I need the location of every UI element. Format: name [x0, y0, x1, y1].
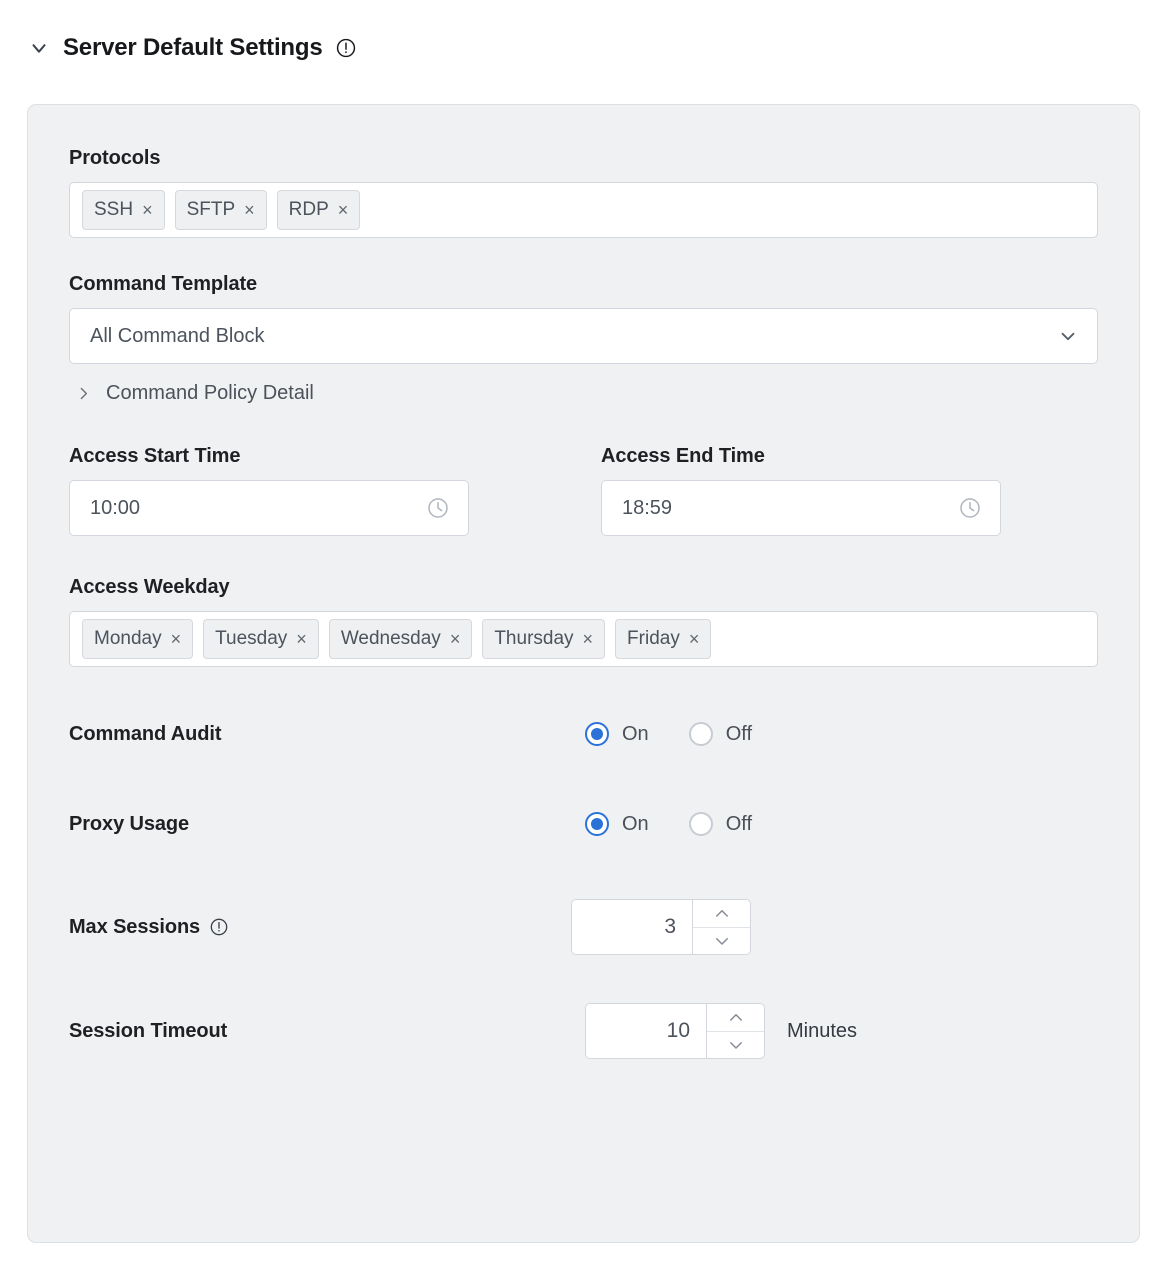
max-sessions-increment-button[interactable] — [693, 900, 750, 928]
tag-thursday[interactable]: Thursday × — [482, 619, 606, 659]
command-template-value: All Command Block — [90, 324, 265, 347]
exclamation-circle-icon[interactable] — [209, 917, 229, 937]
radio-selected-icon[interactable] — [585, 812, 609, 836]
tag-label: Wednesday — [340, 628, 441, 649]
access-end-time-input[interactable]: 18:59 — [601, 480, 1001, 536]
access-start-time-label: Access Start Time — [69, 445, 241, 467]
chevron-up-icon — [729, 1014, 742, 1021]
tag-label: SFTP — [186, 199, 236, 220]
access-end-time-label: Access End Time — [601, 445, 765, 467]
max-sessions-decrement-button[interactable] — [693, 928, 750, 955]
tag-label: SSH — [94, 199, 134, 220]
remove-tag-icon[interactable]: × — [296, 630, 307, 648]
chevron-down-icon — [715, 937, 728, 945]
proxy-usage-option-off[interactable]: Off — [688, 812, 752, 836]
session-timeout-increment-button[interactable] — [707, 1004, 764, 1032]
remove-tag-icon[interactable]: × — [689, 630, 700, 648]
access-weekday-label: Access Weekday — [69, 576, 230, 598]
tag-label: Thursday — [494, 628, 574, 649]
session-timeout-unit: Minutes — [787, 1019, 858, 1042]
remove-tag-icon[interactable]: × — [338, 201, 349, 219]
tag-label: Friday — [627, 628, 680, 649]
max-sessions-row: Max Sessions 3 — [69, 899, 1098, 955]
radio-label: On — [622, 812, 649, 835]
chevron-up-icon — [715, 910, 728, 917]
clock-icon[interactable] — [426, 496, 450, 520]
access-weekday-field: Access Weekday Monday × Tuesday × Wednes… — [69, 576, 1098, 667]
tag-wednesday[interactable]: Wednesday × — [328, 619, 473, 659]
command-audit-label: Command Audit — [69, 722, 222, 745]
command-template-select[interactable]: All Command Block — [69, 308, 1098, 364]
tag-friday[interactable]: Friday × — [615, 619, 712, 659]
radio-selected-icon[interactable] — [585, 722, 609, 746]
tag-tuesday[interactable]: Tuesday × — [203, 619, 319, 659]
exclamation-circle-icon[interactable] — [335, 37, 357, 59]
max-sessions-label-text: Max Sessions — [69, 915, 201, 938]
access-start-time-field: Access Start Time 10:00 — [69, 445, 469, 536]
tag-monday[interactable]: Monday × — [82, 619, 194, 659]
chevron-down-icon[interactable] — [1057, 325, 1079, 347]
session-timeout-row: Session Timeout 10 Minutes — [69, 1003, 1098, 1059]
command-template-label: Command Template — [69, 273, 258, 295]
command-audit-option-on[interactable]: On — [585, 722, 649, 746]
max-sessions-label: Max Sessions — [69, 916, 571, 939]
proxy-usage-label: Proxy Usage — [69, 812, 190, 835]
tag-label: Tuesday — [215, 628, 288, 649]
tag-rdp[interactable]: RDP × — [276, 190, 361, 230]
command-policy-detail-toggle[interactable]: Command Policy Detail — [69, 382, 314, 405]
access-start-time-value: 10:00 — [90, 496, 141, 519]
remove-tag-icon[interactable]: × — [450, 630, 461, 648]
radio-label: On — [622, 722, 649, 745]
protocols-field: Protocols SSH × SFTP × RDP × — [69, 147, 1098, 238]
access-end-time-field: Access End Time 18:59 — [601, 445, 1001, 536]
session-timeout-stepper[interactable]: 10 — [585, 1003, 765, 1059]
tag-sftp[interactable]: SFTP × — [174, 190, 267, 230]
access-time-row: Access Start Time 10:00 Access End Time … — [69, 445, 1098, 536]
radio-label: Off — [725, 812, 752, 835]
radio-label: Off — [725, 722, 752, 745]
access-weekday-input[interactable]: Monday × Tuesday × Wednesday × Thursday … — [69, 611, 1098, 667]
remove-tag-icon[interactable]: × — [142, 201, 153, 219]
remove-tag-icon[interactable]: × — [244, 201, 255, 219]
proxy-usage-option-on[interactable]: On — [585, 812, 649, 836]
access-start-time-input[interactable]: 10:00 — [69, 480, 469, 536]
session-timeout-value[interactable]: 10 — [586, 1004, 706, 1058]
section-header[interactable]: Server Default Settings — [0, 0, 1170, 66]
server-default-settings-panel: Protocols SSH × SFTP × RDP × Command Tem… — [27, 104, 1140, 1243]
radio-unselected-icon[interactable] — [688, 812, 713, 836]
protocols-input[interactable]: SSH × SFTP × RDP × — [69, 182, 1098, 238]
command-policy-detail-label: Command Policy Detail — [106, 382, 314, 404]
tag-ssh[interactable]: SSH × — [82, 190, 165, 230]
proxy-usage-radio-group[interactable]: On Off — [585, 812, 752, 836]
proxy-usage-row: Proxy Usage On Off — [69, 812, 1098, 836]
remove-tag-icon[interactable]: × — [171, 630, 182, 648]
tag-label: RDP — [288, 199, 329, 220]
chevron-down-icon[interactable] — [28, 37, 50, 59]
session-timeout-decrement-button[interactable] — [707, 1032, 764, 1059]
command-template-field: Command Template All Command Block Comma… — [69, 273, 1098, 405]
access-end-time-value: 18:59 — [622, 496, 673, 519]
command-audit-option-off[interactable]: Off — [688, 722, 752, 746]
session-timeout-label: Session Timeout — [69, 1019, 228, 1042]
command-audit-row: Command Audit On Off — [69, 722, 1098, 746]
remove-tag-icon[interactable]: × — [583, 630, 594, 648]
chevron-down-icon — [729, 1041, 742, 1049]
protocols-label: Protocols — [69, 147, 161, 169]
clock-icon[interactable] — [958, 496, 982, 520]
tag-label: Monday — [94, 628, 162, 649]
page-title: Server Default Settings — [63, 34, 323, 61]
chevron-right-icon[interactable] — [75, 385, 92, 402]
radio-unselected-icon[interactable] — [688, 722, 713, 746]
command-audit-radio-group[interactable]: On Off — [585, 722, 752, 746]
max-sessions-stepper[interactable]: 3 — [571, 899, 751, 955]
max-sessions-value[interactable]: 3 — [572, 900, 692, 954]
